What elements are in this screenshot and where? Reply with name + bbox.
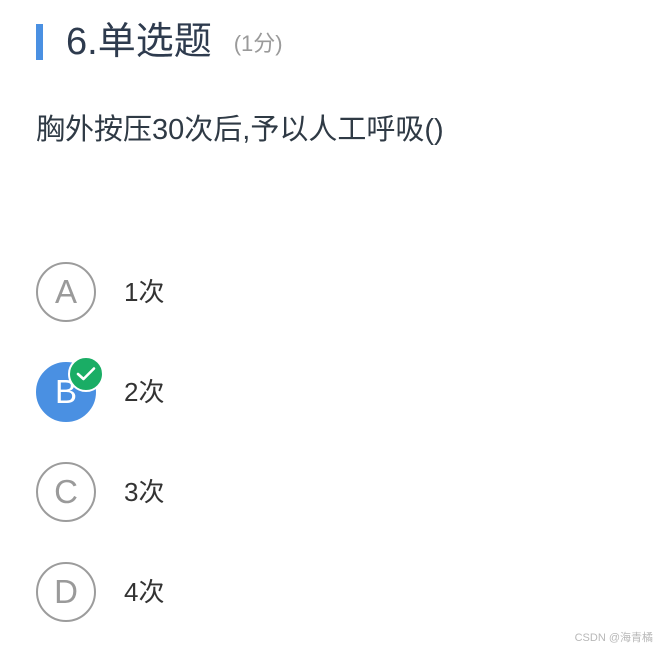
option-a-text: 1次	[124, 277, 165, 307]
option-d-text: 4次	[124, 577, 165, 607]
header-accent-bar	[36, 24, 43, 60]
question-type-title: 6.单选题	[66, 21, 212, 63]
question-header: 6.单选题 (1分)	[36, 18, 283, 66]
option-b[interactable]: B 2次	[36, 356, 596, 422]
option-a-letter: A	[54, 273, 77, 310]
option-a[interactable]: A 1次	[36, 262, 596, 322]
option-d-letter-circle[interactable]: D	[36, 562, 96, 622]
option-c[interactable]: C 3次	[36, 462, 596, 522]
option-b-text: 2次	[124, 377, 165, 407]
question-score: (1分)	[233, 31, 283, 56]
question-text: 胸外按压30次后,予以人工呼吸()	[36, 114, 444, 146]
option-d-letter: D	[54, 573, 78, 610]
option-a-letter-circle[interactable]: A	[36, 262, 96, 322]
option-b-letter-circle[interactable]: B	[36, 356, 104, 422]
option-c-letter-circle[interactable]: C	[36, 462, 96, 522]
check-icon	[68, 356, 104, 392]
option-d[interactable]: D 4次	[36, 562, 596, 622]
watermark: CSDN @海青橘	[574, 632, 653, 644]
option-c-text: 3次	[124, 477, 165, 507]
option-c-letter: C	[54, 473, 78, 510]
options-list: A 1次 B 2次 C 3次 D 4次	[36, 262, 596, 662]
